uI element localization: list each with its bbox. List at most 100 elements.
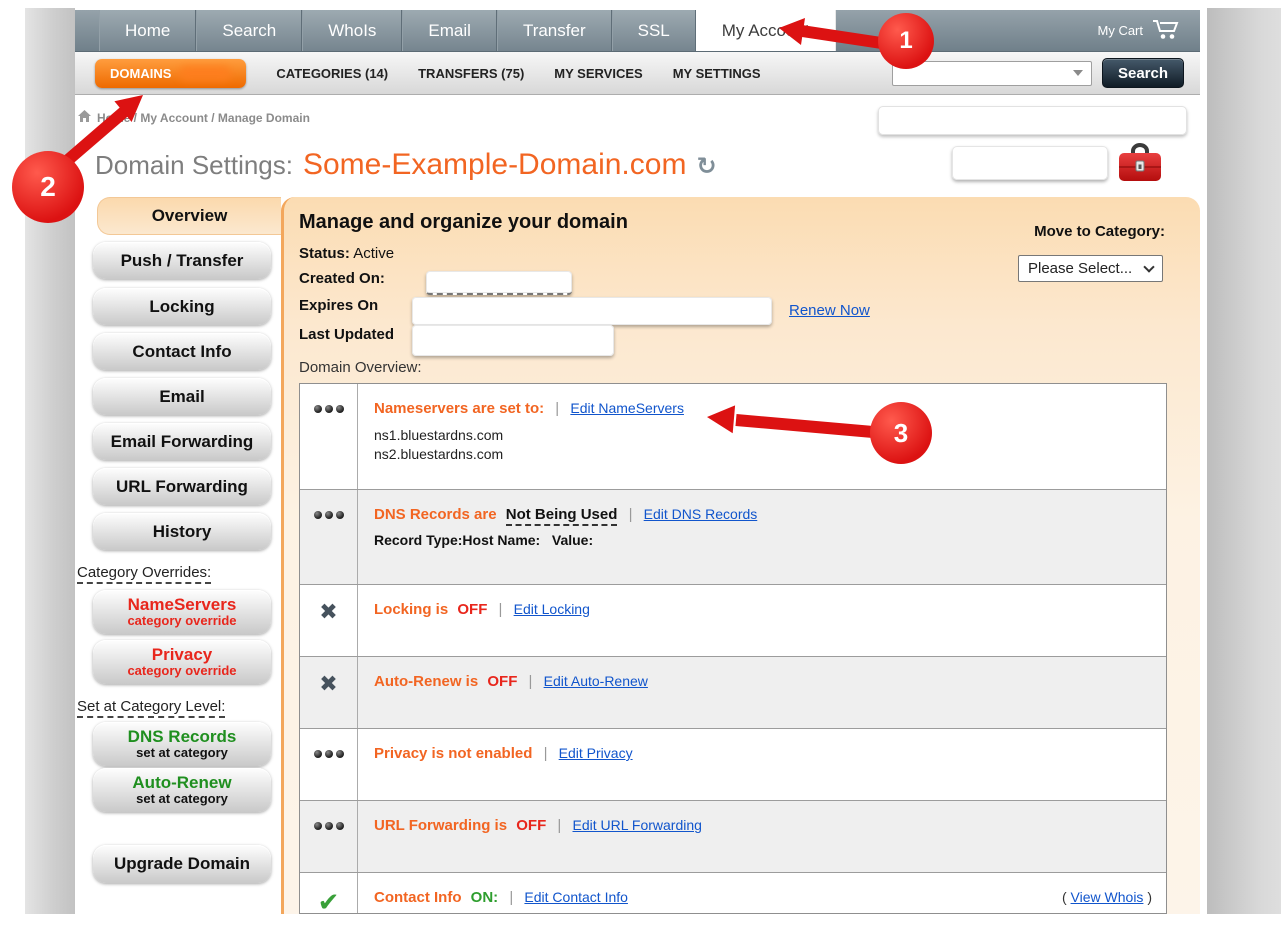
search-button[interactable]: Search [1102, 58, 1184, 88]
sidebar-item-dns-records-category[interactable]: DNS Records set at category [93, 722, 271, 766]
dns-records-category-sub: set at category [136, 746, 228, 760]
status-check-icon: ✔ [300, 873, 358, 914]
breadcrumb[interactable]: Home / My Account / Manage Domain [78, 110, 310, 125]
row-autorenew: ✖ Auto-Renew is OFF | Edit Auto-Renew [300, 656, 1166, 728]
autorenew-category-title: Auto-Renew [132, 774, 231, 792]
redacted-expires-date [412, 297, 772, 325]
nav-tab-search[interactable]: Search [196, 10, 302, 51]
search-combobox[interactable] [892, 61, 1092, 86]
expires-on-label: Expires On [299, 297, 378, 314]
edit-dns-records-link[interactable]: Edit DNS Records [644, 506, 758, 522]
domain-overview-label: Domain Overview: [299, 359, 422, 376]
sidebar-item-email[interactable]: Email [93, 378, 271, 415]
row-url-forwarding: URL Forwarding is OFF | Edit URL Forward… [300, 800, 1166, 872]
status-label: Status: [299, 245, 350, 262]
my-cart[interactable]: My Cart [1098, 10, 1201, 51]
nav-tab-ssl[interactable]: SSL [612, 10, 696, 51]
subnav-domains-button[interactable]: DOMAINS [95, 59, 246, 88]
divider: | [499, 601, 503, 618]
nav-tab-my-account[interactable]: My Account [696, 10, 836, 51]
status-value: Active [353, 245, 394, 262]
sidebar-item-contact-info[interactable]: Contact Info [93, 333, 271, 370]
row-content: Contact Info ON: | Edit Contact Info ( V… [358, 873, 1166, 914]
set-at-category-label: Set at Category Level: [77, 698, 225, 718]
redacted-box-title [952, 146, 1108, 180]
nameservers-override-title: NameServers [128, 596, 237, 614]
dns-title: DNS Records are [374, 506, 497, 523]
page-left-margin [25, 8, 75, 914]
status-line: Status: Active [299, 245, 394, 262]
nameserver-2: ns2.bluestardns.com [374, 446, 1152, 462]
domain-overview-table: Nameservers are set to: | Edit NameServe… [299, 383, 1167, 914]
edit-nameservers-link[interactable]: Edit NameServers [570, 400, 684, 416]
sidebar-item-push-transfer[interactable]: Push / Transfer [93, 242, 271, 279]
edit-autorenew-link[interactable]: Edit Auto-Renew [544, 673, 648, 689]
domain-settings-panel: Manage and organize your domain Status: … [281, 197, 1200, 914]
sub-nav: DOMAINS CATEGORIES (14) TRANSFERS (75) M… [75, 52, 1200, 95]
dns-records-category-title: DNS Records [128, 728, 237, 746]
subnav-categories[interactable]: CATEGORIES (14) [276, 66, 388, 81]
combobox-dropdown-icon [1073, 70, 1083, 76]
renew-now-link[interactable]: Renew Now [789, 302, 870, 319]
sidebar-item-autorenew-category[interactable]: Auto-Renew set at category [93, 768, 271, 812]
view-whois-link[interactable]: View Whois [1071, 889, 1144, 905]
redacted-box-top [878, 106, 1187, 135]
expires-on-line: Expires On [299, 297, 378, 314]
edit-locking-link[interactable]: Edit Locking [514, 601, 590, 617]
last-updated-label: Last Updated [299, 326, 394, 343]
sidebar-item-email-forwarding[interactable]: Email Forwarding [93, 423, 271, 460]
page-title-prefix: Domain Settings: [95, 150, 293, 181]
row-content: URL Forwarding is OFF | Edit URL Forward… [358, 801, 1166, 872]
whois-paren-close: ) [1147, 889, 1152, 905]
sidebar-item-upgrade-domain[interactable]: Upgrade Domain [93, 845, 271, 883]
subnav-my-settings[interactable]: MY SETTINGS [673, 66, 761, 81]
sidebar-item-nameservers-override[interactable]: NameServers category override [93, 590, 271, 634]
privacy-title: Privacy is not enabled [374, 745, 532, 762]
last-updated-line: Last Updated [299, 326, 394, 343]
nameserver-1: ns1.bluestardns.com [374, 427, 1152, 443]
page: Home Search WhoIs Email Transfer SSL My … [0, 0, 1287, 931]
refresh-icon[interactable]: ↻ [696, 152, 716, 181]
privacy-override-title: Privacy [152, 646, 213, 664]
row-content: Nameservers are set to: | Edit NameServe… [358, 384, 1166, 489]
page-title-domain: Some-Example-Domain.com [303, 148, 686, 182]
locking-off-badge: OFF [457, 601, 487, 618]
sidebar-item-overview[interactable]: Overview [97, 197, 281, 235]
move-to-category-label: Move to Category: [1034, 223, 1165, 240]
redacted-created-date [426, 271, 572, 295]
domains-label: DOMAINS [110, 66, 171, 81]
divider: | [629, 506, 633, 523]
category-overrides-label: Category Overrides: [77, 564, 211, 584]
nameservers-override-sub: category override [127, 614, 236, 628]
subnav-my-services[interactable]: MY SERVICES [554, 66, 642, 81]
status-x-icon: ✖ [300, 657, 358, 728]
nav-tab-transfer[interactable]: Transfer [497, 10, 612, 51]
nav-tab-home[interactable]: Home [99, 10, 196, 51]
status-dots-icon [300, 801, 358, 872]
subnav-search-area: Search [892, 58, 1184, 88]
url-forwarding-title: URL Forwarding is [374, 817, 507, 834]
divider: | [555, 400, 559, 417]
edit-contact-info-link[interactable]: Edit Contact Info [524, 889, 628, 905]
category-select[interactable]: Please Select... [1018, 255, 1163, 282]
sidebar-item-locking[interactable]: Locking [93, 288, 271, 325]
nav-tab-whois[interactable]: WhoIs [302, 10, 402, 51]
row-contact-info: ✔ Contact Info ON: | Edit Contact Info (… [300, 872, 1166, 914]
sidebar-item-url-forwarding[interactable]: URL Forwarding [93, 468, 271, 505]
edit-url-forwarding-link[interactable]: Edit URL Forwarding [573, 817, 702, 833]
row-content: DNS Records are Not Being Used | Edit DN… [358, 490, 1166, 584]
sidebar-item-history[interactable]: History [93, 513, 271, 550]
toolbox-icon[interactable] [1116, 141, 1164, 190]
nav-tab-email[interactable]: Email [402, 10, 497, 51]
sidebar-item-privacy-override[interactable]: Privacy category override [93, 640, 271, 684]
locking-title: Locking is [374, 601, 448, 618]
privacy-override-sub: category override [127, 664, 236, 678]
row-dns-records: DNS Records are Not Being Used | Edit DN… [300, 489, 1166, 584]
subnav-transfers[interactable]: TRANSFERS (75) [418, 66, 524, 81]
dns-record-detail: Record Type:Host Name: Value: [374, 532, 1152, 548]
row-content: Locking is OFF | Edit Locking [358, 585, 1166, 656]
edit-privacy-link[interactable]: Edit Privacy [559, 745, 633, 761]
row-content: Auto-Renew is OFF | Edit Auto-Renew [358, 657, 1166, 728]
redacted-count-smudge [179, 66, 231, 81]
panel-heading: Manage and organize your domain [299, 211, 628, 234]
